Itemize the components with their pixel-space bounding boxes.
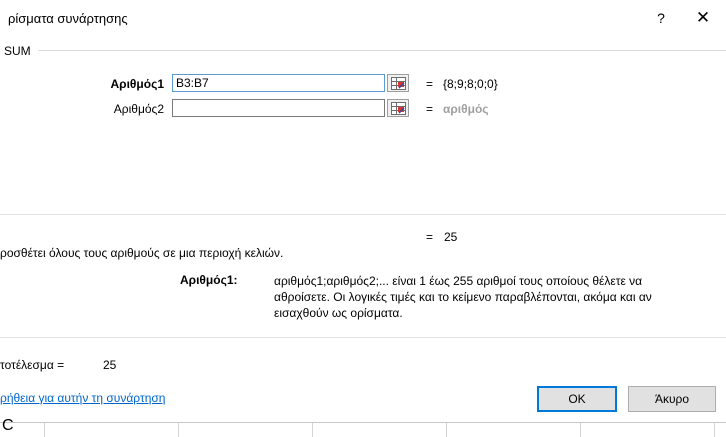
arg-help-text: αριθμός1;αριθμός2;... είναι 1 έως 255 αρ… (274, 273, 726, 321)
separator (0, 214, 726, 215)
arg1-equals: = (426, 77, 434, 91)
arg1-label: Αριθμός1 (110, 77, 165, 91)
ok-button[interactable]: OK (537, 386, 617, 412)
arg-help-line: αθροίσετε. Οι λογικές τιμές και το κείμε… (274, 290, 652, 304)
arg1-collapse-button[interactable] (387, 74, 409, 92)
grid-line (446, 423, 447, 437)
arg2-collapse-button[interactable] (387, 99, 409, 117)
formula-result-equals: = (426, 230, 434, 244)
help-button[interactable]: ? (650, 6, 672, 30)
arg2-equals: = (426, 102, 434, 116)
final-result-value: 25 (103, 358, 117, 372)
dialog-title: ρίσματα συνάρτησης (8, 11, 128, 26)
grid-line (178, 423, 179, 437)
grid-line (44, 423, 45, 437)
function-description: ροσθέτει όλους τους αριθμούς σε μια περι… (0, 246, 284, 260)
arg1-result: {8;9;8;0;0} (443, 77, 498, 91)
group-divider (38, 50, 726, 51)
function-arguments-dialog: ρίσματα συνάρτησης ? ✕ SUM Αριθμός1 = {8… (0, 0, 726, 422)
cancel-button[interactable]: Άκυρο (628, 386, 716, 412)
arg1-input[interactable] (172, 74, 385, 92)
function-name-label: SUM (4, 44, 35, 58)
close-button[interactable]: ✕ (690, 6, 716, 30)
range-select-icon (391, 77, 406, 90)
worksheet-strip: C (0, 417, 726, 437)
arg-help-line: εισαχθούν ως ορίσματα. (274, 306, 403, 320)
title-bar[interactable]: ρίσματα συνάρτησης ? ✕ (0, 0, 726, 38)
range-select-icon (391, 102, 406, 115)
grid-line (580, 423, 581, 437)
arg-help-label: Αριθμός1: (180, 273, 238, 287)
cell-fragment: C (2, 417, 14, 434)
arg2-result: αριθμός (443, 102, 489, 116)
arg-help-line: αριθμός1;αριθμός2;... είναι 1 έως 255 αρ… (274, 274, 643, 288)
function-help-link[interactable]: ρήθεια για αυτήν τη συνάρτηση (0, 391, 165, 405)
arg2-input[interactable] (172, 99, 385, 117)
final-result-label: τοτέλεσμα = (0, 358, 65, 372)
grid-line (312, 423, 313, 437)
grid-line (714, 423, 715, 437)
arg2-label: Αριθμός2 (113, 102, 164, 116)
formula-result-value: 25 (444, 230, 458, 244)
separator (0, 337, 726, 338)
